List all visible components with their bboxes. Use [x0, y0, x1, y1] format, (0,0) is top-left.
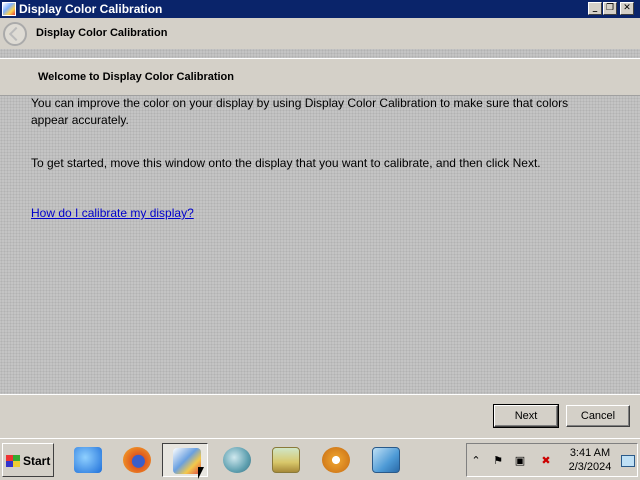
page-heading: Welcome to Display Color Calibration	[38, 71, 234, 83]
restore-button[interactable]: ❐	[603, 2, 617, 15]
nav-header: Display Color Calibration	[0, 18, 640, 49]
taskbar-photo-viewer[interactable]	[262, 443, 308, 477]
help-link[interactable]: How do I calibrate my display?	[31, 206, 194, 220]
taskbar: Start ⌃ ⚑ ▣ ✖ 3:41 AM 2/3/2024	[0, 438, 640, 480]
clock-date: 2/3/2024	[568, 461, 612, 473]
volume-muted-icon[interactable]: ✖	[539, 455, 553, 467]
taskbar-network[interactable]	[362, 443, 408, 477]
taskbar-globe[interactable]	[213, 443, 259, 477]
windows-logo-icon	[6, 455, 20, 467]
start-button[interactable]: Start	[2, 443, 54, 477]
clock-time: 3:41 AM	[569, 447, 611, 459]
minimize-button[interactable]: _	[588, 2, 602, 15]
app-icon	[2, 2, 16, 16]
network-icon	[372, 447, 400, 473]
chevron-up-icon[interactable]: ⌃	[469, 455, 483, 467]
next-button[interactable]: Next	[493, 404, 559, 428]
firefox-icon	[123, 447, 151, 473]
taskbar-ie[interactable]	[64, 443, 110, 477]
network-tray-icon[interactable]: ▣	[513, 455, 527, 467]
close-button[interactable]: ✕	[620, 2, 634, 15]
instructions-paragraph: To get started, move this window onto th…	[31, 156, 541, 170]
flag-icon[interactable]: ⚑	[491, 455, 505, 467]
wizard-footer: Next Cancel	[0, 394, 640, 438]
taskbar-media-player[interactable]	[312, 443, 358, 477]
mouse-cursor-icon	[198, 467, 204, 479]
show-desktop-icon[interactable]	[621, 455, 635, 467]
window-title: Display Color Calibration	[19, 2, 163, 16]
heading-band: Welcome to Display Color Calibration	[0, 58, 640, 96]
internet-explorer-icon	[74, 447, 102, 473]
window-title-bar[interactable]: Display Color Calibration _ ❐ ✕	[0, 0, 640, 18]
back-arrow-icon[interactable]	[3, 22, 27, 46]
start-label: Start	[23, 454, 51, 468]
nav-title: Display Color Calibration	[36, 27, 168, 39]
clock[interactable]: 3:41 AM 2/3/2024	[564, 446, 616, 474]
color-calibration-icon	[173, 448, 201, 474]
cancel-button[interactable]: Cancel	[566, 405, 630, 427]
wizard-content: Welcome to Display Color Calibration You…	[0, 49, 640, 394]
system-tray: ⌃ ⚑ ▣ ✖ 3:41 AM 2/3/2024	[466, 443, 638, 477]
intro-paragraph: You can improve the color on your displa…	[31, 96, 569, 127]
media-player-icon	[322, 447, 350, 473]
photo-viewer-icon	[272, 447, 300, 473]
taskbar-firefox[interactable]	[113, 443, 159, 477]
globe-icon	[223, 447, 251, 473]
